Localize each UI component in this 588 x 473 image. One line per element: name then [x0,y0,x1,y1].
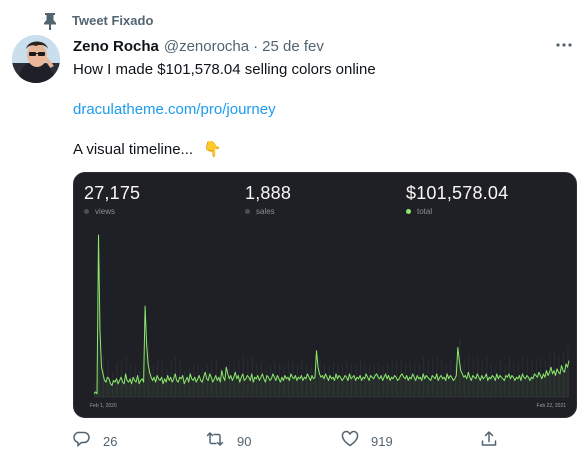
stat-views-label: views [95,207,116,216]
stat-sales-value: 1,888 [245,183,292,203]
author-handle[interactable]: @zenorocha [164,38,249,55]
background-traffic-bars [94,235,569,397]
tweet-text-line-3: A visual timeline... 👇 [73,140,222,160]
reply-icon [73,430,91,453]
retweet-icon [205,430,225,453]
sales-line [93,234,570,395]
reply-button[interactable]: 26 [73,430,117,453]
tweet-header: Zeno Rocha @zenorocha · 25 de fev [73,38,324,55]
author-name[interactable]: Zeno Rocha [73,38,159,55]
stat-sales-label: sales [256,207,275,216]
sales-area [94,235,569,397]
retweet-button[interactable]: 90 [205,430,251,453]
pinned-label: Tweet Fixado [72,13,154,28]
stat-dot [406,209,411,214]
share-button[interactable] [480,430,498,453]
stat-sales: 1,888 sales [245,183,291,216]
pin-icon [42,12,58,30]
like-button[interactable]: 919 [341,430,393,453]
x-axis-end-label: Feb 22, 2021 [537,403,567,409]
like-count: 919 [371,434,393,449]
stat-dot [245,209,250,214]
retweet-count: 90 [237,434,252,449]
share-icon [480,430,498,453]
separator-dot: · [253,38,259,55]
tweet-text-content: A visual timeline... [73,141,194,158]
tweet-text-line-1: How I made $101,578.04 selling colors on… [73,61,376,78]
more-options-icon[interactable] [554,38,574,50]
tweet-date[interactable]: 25 de fev [262,38,324,55]
stat-views: 27,175 views [84,183,140,216]
stat-views-value: 27,175 [84,183,141,203]
stat-total-value: $101,578.04 [406,183,509,203]
reply-count: 26 [103,434,118,449]
pointing-down-emoji: 👇 [203,141,222,158]
tweet-media-chart[interactable]: Feb 1, 2020 Feb 22, 2021 27,175 views 1,8… [73,172,577,418]
stat-total: $101,578.04 total [406,183,508,216]
like-icon [341,430,359,453]
avatar-image [12,35,60,83]
x-axis-start-label: Feb 1, 2020 [90,403,117,409]
pinned-indicator: Tweet Fixado [42,12,153,30]
stat-dot [84,209,89,214]
avatar[interactable] [12,35,60,83]
stat-total-label: total [417,207,433,216]
tweet-link[interactable]: draculatheme.com/pro/journey [73,100,276,120]
tweet-actions: 26 90 919 [73,430,503,452]
